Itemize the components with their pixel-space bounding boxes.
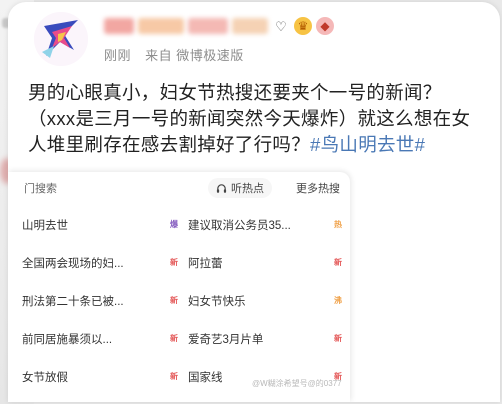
hot-search-item-text: 爱奇艺3月片单 [188, 334, 264, 346]
post-text: 男的心眼真小，妇女节热搜还要夹个一号的新闻？（xxx是三月一号的新闻突然今天爆炸… [28, 80, 476, 158]
avatar-image [34, 12, 88, 66]
heart-badge-icon: ♡ [272, 17, 290, 35]
hot-search-item[interactable]: 妇女节快乐 沸 [188, 282, 350, 320]
hot-search-tag-xin: 新 [170, 334, 178, 343]
post-hashtag-link[interactable]: #鸟山明去世# [310, 134, 425, 155]
crown-badge-icon: ♛ [294, 17, 312, 35]
hot-search-item-text: 阿拉蕾 [188, 258, 223, 270]
hot-search-item[interactable]: 爱奇艺3月片单 新 [188, 320, 350, 358]
more-hot-search-link[interactable]: 更多热搜 [296, 180, 340, 196]
hot-search-row: 刑法第二十条已被... 新 妇女节快乐 沸 [8, 282, 350, 320]
listen-hot-button[interactable]: 听热点 [208, 178, 272, 198]
hot-search-item-text: 建议取消公务员35... [188, 220, 291, 232]
hot-search-item[interactable]: 前同居施暴须以... 新 [22, 320, 190, 358]
username-blurred [188, 18, 228, 34]
hot-search-row: 女节放假 新 国家线 新 [8, 358, 350, 396]
username-blurred [138, 18, 184, 34]
hot-search-item[interactable]: 女节放假 新 [22, 358, 190, 396]
hot-search-item[interactable]: 山明去世 爆 [22, 206, 190, 244]
hot-search-header: 门搜索 听热点 更多热搜 [8, 172, 350, 202]
hot-search-tag-xin: 新 [170, 372, 178, 381]
hot-search-item-text: 妇女节快乐 [188, 296, 246, 308]
post-meta: 刚刚 来自 微博极速版 [104, 45, 254, 64]
hot-search-item[interactable]: 全国两会现场的妇... 新 [22, 244, 190, 282]
hot-search-item-text: 刑法第二十条已被... [22, 296, 124, 308]
username-blurred [104, 18, 134, 34]
hot-search-row: 全国两会现场的妇... 新 阿拉蕾 新 [8, 244, 350, 282]
avatar[interactable] [34, 12, 88, 66]
hot-search-tag-bao: 爆 [170, 220, 178, 229]
hot-search-item-text: 山明去世 [22, 220, 68, 232]
hot-search-row: 前同居施暴须以... 新 爱奇艺3月片单 新 [8, 320, 350, 358]
gem-badge-icon: ◆ [316, 17, 334, 35]
hot-search-tag-xin: 新 [334, 334, 342, 343]
hot-search-tag-xin: 新 [170, 258, 178, 267]
screenshot-stage: ♡ ♛ ◆ 刚刚 来自 微博极速版 男的心眼真小，妇女节热搜还要夹个一号的新闻？… [0, 0, 502, 404]
post-timestamp: 刚刚 [104, 48, 132, 63]
hot-search-item[interactable]: 建议取消公务员35... 热 [188, 206, 350, 244]
post-source[interactable]: 来自 微博极速版 [145, 48, 244, 63]
hot-search-row: 山明去世 爆 建议取消公务员35... 热 [8, 206, 350, 244]
hot-search-item[interactable]: 阿拉蕾 新 [188, 244, 350, 282]
weibo-post-card: ♡ ♛ ◆ 刚刚 来自 微博极速版 男的心眼真小，妇女节热搜还要夹个一号的新闻？… [8, 2, 500, 402]
username-area[interactable]: ♡ ♛ ◆ [104, 14, 334, 38]
hot-search-panel: 门搜索 听热点 更多热搜 山明去世 爆 建议取消公务员35... 热 全国两会现… [8, 172, 350, 402]
headphones-icon [216, 183, 227, 193]
hot-search-title: 门搜索 [24, 183, 57, 195]
hot-search-list: 山明去世 爆 建议取消公务员35... 热 全国两会现场的妇... 新 阿拉蕾 [8, 206, 350, 396]
listen-hot-label: 听热点 [231, 183, 264, 195]
hot-search-item-text: 国家线 [188, 372, 223, 384]
hot-search-tag-re: 热 [334, 220, 342, 229]
hot-search-item-text: 女节放假 [22, 372, 68, 384]
hot-search-item-text: 前同居施暴须以... [22, 334, 113, 346]
hot-search-tag-fei: 沸 [334, 296, 342, 305]
username-blurred [232, 18, 268, 34]
watermark-text: @W糊涂希望号@的0377 [252, 379, 342, 388]
hot-search-item-text: 全国两会现场的妇... [22, 258, 124, 270]
hot-search-item[interactable]: 刑法第二十条已被... 新 [22, 282, 190, 320]
hot-search-tag-xin: 新 [170, 296, 178, 305]
hot-search-item[interactable]: 国家线 新 [188, 358, 350, 396]
hot-search-tag-xin: 新 [334, 258, 342, 267]
